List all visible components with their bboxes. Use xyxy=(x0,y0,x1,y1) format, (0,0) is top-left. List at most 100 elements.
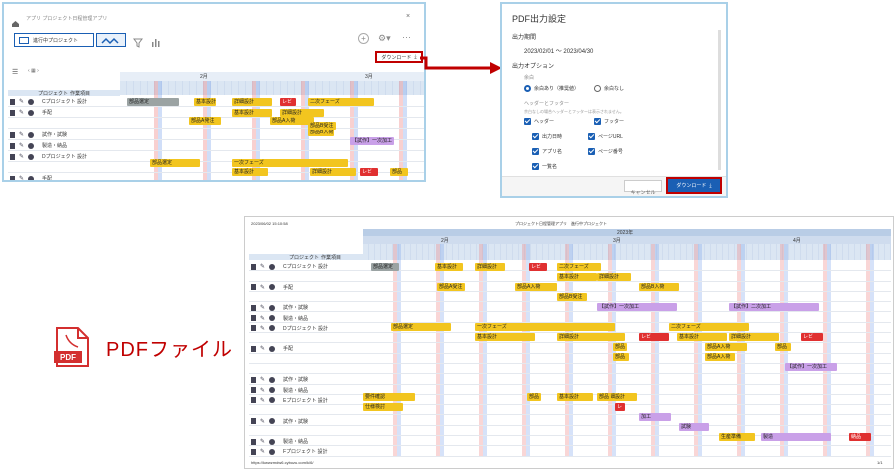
edit-icon[interactable]: ✎ xyxy=(260,325,265,332)
gantt-bar[interactable]: 製造 xyxy=(761,433,831,441)
edit-icon[interactable]: ✎ xyxy=(19,109,24,116)
add-circle-icon[interactable] xyxy=(28,109,35,116)
edit-icon[interactable]: ✎ xyxy=(260,397,265,404)
gantt-bar[interactable]: 二次フェーズ xyxy=(557,263,601,271)
gantt-bar[interactable]: 部品A入荷 xyxy=(515,283,557,291)
edit-icon[interactable]: ✎ xyxy=(260,284,265,291)
edit-icon[interactable]: ✎ xyxy=(260,315,265,322)
header-checkbox[interactable]: ヘッダー xyxy=(524,118,554,125)
gantt-bar[interactable]: 基本設計 xyxy=(557,393,593,401)
filter-icon[interactable] xyxy=(133,35,143,53)
document-icon[interactable] xyxy=(251,387,256,394)
document-icon[interactable] xyxy=(10,109,15,116)
gantt-bar[interactable]: レビ xyxy=(801,333,823,341)
add-circle-icon[interactable] xyxy=(269,438,276,445)
gantt-bar[interactable]: 一次フェーズ xyxy=(475,323,615,331)
download-button[interactable]: ダウンロード ⤓ xyxy=(375,51,423,63)
app-name-checkbox[interactable]: アプリ名 xyxy=(532,148,562,155)
view-selector[interactable]: 進行中プロジェクト xyxy=(14,33,94,47)
view-name-checkbox[interactable]: 一覧名 xyxy=(532,163,557,170)
gantt-bar[interactable]: 詳細設計 xyxy=(475,263,505,271)
cancel-button[interactable]: キャンセル xyxy=(624,180,662,196)
gantt-bar[interactable]: 部品選定 xyxy=(150,159,200,167)
edit-icon[interactable]: ✎ xyxy=(19,131,24,138)
add-circle-icon[interactable] xyxy=(269,304,276,311)
add-circle-icon[interactable] xyxy=(28,131,35,138)
gantt-bar[interactable]: 詳細設計 xyxy=(310,168,356,176)
gantt-bar[interactable]: 基本設計 xyxy=(677,333,727,341)
document-icon[interactable] xyxy=(251,376,256,383)
document-icon[interactable] xyxy=(251,438,256,445)
gantt-bar[interactable]: 部品A入荷 xyxy=(705,353,735,361)
add-circle-icon[interactable] xyxy=(28,142,35,149)
document-icon[interactable] xyxy=(10,142,15,149)
edit-icon[interactable]: ✎ xyxy=(19,175,24,180)
gantt-bar[interactable]: 二次フェーズ xyxy=(308,98,374,106)
document-icon[interactable] xyxy=(10,131,15,138)
edit-icon[interactable]: ✎ xyxy=(260,376,265,383)
gantt-bar[interactable]: 部品B受注 xyxy=(557,293,587,301)
gantt-bar[interactable]: 加工 xyxy=(639,413,671,421)
gantt-bar[interactable]: 詳細設計 xyxy=(280,109,324,117)
gantt-bar[interactable]: 仕様検討 xyxy=(363,403,403,411)
gantt-bar[interactable]: 一次フェーズ xyxy=(232,159,348,167)
document-icon[interactable] xyxy=(251,284,256,291)
gantt-bar[interactable]: レビ xyxy=(529,263,547,271)
gantt-bar[interactable]: 部品A入荷 xyxy=(705,343,747,351)
gantt-bar[interactable]: 部品B受注 xyxy=(308,122,336,130)
dialog-scrollbar[interactable] xyxy=(718,30,721,170)
graph-icon[interactable] xyxy=(150,35,160,53)
gantt-bar[interactable]: 詳細設計 xyxy=(232,98,272,106)
gantt-bar[interactable]: 部品A発注 xyxy=(189,117,221,125)
add-circle-icon[interactable] xyxy=(269,387,276,394)
add-circle-icon[interactable] xyxy=(269,345,276,352)
add-record-icon[interactable]: + xyxy=(358,33,369,44)
gantt-bar[interactable]: 要件確認 xyxy=(363,393,415,401)
gantt-bar[interactable]: レビ xyxy=(639,333,669,341)
document-icon[interactable] xyxy=(251,418,256,424)
gantt-bar[interactable]: 試験 xyxy=(679,423,709,431)
gantt-bar[interactable]: 基本設計 xyxy=(557,273,597,281)
page-number-checkbox[interactable]: ページ番号 xyxy=(588,148,623,155)
gantt-bar[interactable]: 【試作】一次加工 xyxy=(597,303,677,311)
add-circle-icon[interactable] xyxy=(269,315,276,321)
gantt-bar[interactable]: 部品 xyxy=(527,393,541,401)
document-icon[interactable] xyxy=(251,304,256,311)
output-date-checkbox[interactable]: 出力日時 xyxy=(532,133,562,140)
gantt-bar[interactable]: 二次フェーズ xyxy=(669,323,749,331)
gantt-bar[interactable]: 基本設計 xyxy=(194,98,216,106)
gantt-bar[interactable]: 【試作】一次加工 xyxy=(350,137,394,145)
add-circle-icon[interactable] xyxy=(269,418,276,424)
gantt-bar[interactable]: 部品 xyxy=(597,393,611,401)
edit-icon[interactable]: ✎ xyxy=(260,448,265,455)
gantt-bar[interactable]: 部品 xyxy=(390,168,408,176)
more-icon[interactable]: ··· xyxy=(402,32,411,42)
gantt-bar[interactable]: 部品A受注 xyxy=(437,283,465,291)
breadcrumb[interactable]: アプリ プロジェクト日程管理アプリ xyxy=(26,15,107,22)
add-circle-icon[interactable] xyxy=(28,153,35,160)
gear-icon[interactable]: ⚙▾ xyxy=(378,33,391,44)
gantt-bar[interactable]: レビ xyxy=(360,168,378,176)
gantt-bar[interactable]: 基本設計 xyxy=(232,168,268,176)
add-circle-icon[interactable] xyxy=(269,325,276,332)
period-value[interactable]: 2023/02/01 ～ 2023/04/30 xyxy=(524,46,593,55)
add-circle-icon[interactable] xyxy=(269,397,276,404)
edit-icon[interactable]: ✎ xyxy=(260,263,265,270)
edit-icon[interactable]: ✎ xyxy=(260,345,265,352)
document-icon[interactable] xyxy=(10,175,15,180)
add-circle-icon[interactable] xyxy=(269,284,276,291)
add-circle-icon[interactable] xyxy=(269,376,276,383)
close-icon[interactable]: × xyxy=(406,13,410,20)
document-icon[interactable] xyxy=(251,315,256,321)
gantt-bar[interactable]: 【試作】二次加工 xyxy=(729,303,819,311)
hamburger-icon[interactable]: ☰ xyxy=(12,68,18,76)
document-icon[interactable] xyxy=(251,448,256,455)
gantt-bar[interactable]: 詳細設計 xyxy=(597,273,631,281)
margin-no-radio[interactable]: 余白なし xyxy=(594,85,624,92)
footer-checkbox[interactable]: フッター xyxy=(594,118,624,125)
edit-icon[interactable]: ✎ xyxy=(19,153,24,160)
gantt-bar[interactable]: 部品選定 xyxy=(391,323,451,331)
gantt-bar[interactable]: 生産準備 xyxy=(719,433,755,441)
gantt-bar[interactable]: 【試作】一次加工 xyxy=(785,363,837,371)
margin-yes-radio[interactable]: 余白あり（推奨値） xyxy=(524,85,579,92)
